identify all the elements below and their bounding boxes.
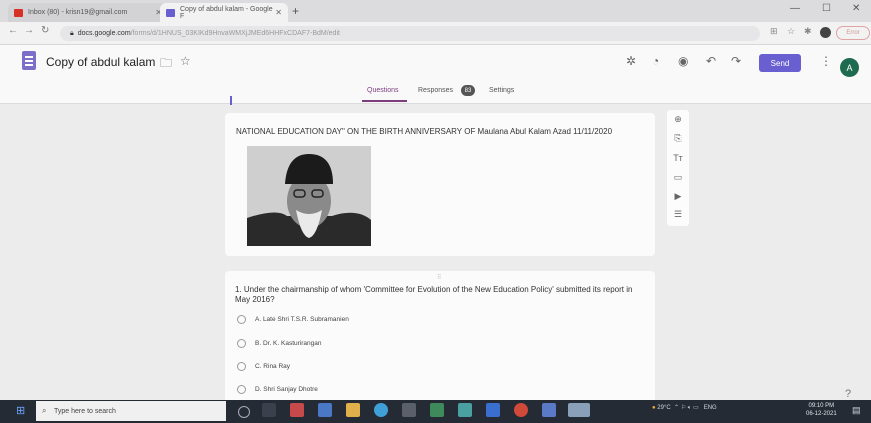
radio-button[interactable] xyxy=(237,315,246,324)
document-title[interactable]: Copy of abdul kalam xyxy=(46,55,155,69)
responses-count-badge: 83 xyxy=(461,85,475,96)
preview-eye-icon[interactable]: ◉ xyxy=(678,54,688,68)
window-close-icon[interactable]: ✕ xyxy=(852,3,860,14)
redo-icon[interactable]: ↷ xyxy=(731,54,741,68)
close-icon[interactable]: ✕ xyxy=(275,8,282,17)
option-label: B. Dr. K. Kasturirangan xyxy=(255,340,322,347)
forward-icon[interactable]: → xyxy=(24,25,34,36)
maximize-icon[interactable]: ☐ xyxy=(822,3,831,14)
profile-error-button[interactable]: Error xyxy=(836,26,870,40)
option-c[interactable]: C. Rina Ray xyxy=(237,361,290,372)
search-icon: ⌕ xyxy=(42,406,47,415)
file-explorer-icon[interactable] xyxy=(346,403,360,417)
tab-questions[interactable]: Questions xyxy=(367,87,399,94)
taskbar-search-input[interactable]: ⌕ Type here to search xyxy=(36,401,226,421)
edge-icon[interactable] xyxy=(374,403,388,417)
section-marker xyxy=(230,96,232,105)
system-tray[interactable]: ● 29°C ⌃ ⚐ 🔈︎ ▭ ENG xyxy=(652,404,717,412)
browser-tab-forms[interactable]: Copy of abdul kalam - Google F ✕ xyxy=(160,3,288,22)
app-icon-2[interactable] xyxy=(318,403,332,417)
address-bar[interactable]: 🔒︎ docs.google.com /forms/d/1HNUS_03KIKd… xyxy=(60,26,760,41)
weather-icon: ● xyxy=(652,405,656,411)
active-app-icon[interactable] xyxy=(568,403,590,417)
extension-icon[interactable]: ⊞ xyxy=(770,26,778,37)
notification-icon[interactable]: ▤ xyxy=(852,405,861,416)
reload-icon[interactable]: ↻ xyxy=(41,25,49,36)
minimize-icon[interactable]: — xyxy=(790,3,800,14)
browser-tab-gmail[interactable]: Inbox (80) - krisn19@gmail.com ✕ xyxy=(8,3,168,22)
app-icon-7[interactable] xyxy=(542,403,556,417)
radio-button[interactable] xyxy=(237,385,246,394)
account-avatar[interactable]: A xyxy=(840,58,859,77)
app-icon-4[interactable] xyxy=(430,403,444,417)
drag-handle-icon[interactable]: ⠿ xyxy=(437,274,441,281)
taskbar-clock[interactable]: 09:10 PM 06-12-2021 xyxy=(806,402,837,418)
task-view-icon[interactable] xyxy=(262,403,276,417)
add-question-icon[interactable]: ⊕ xyxy=(671,114,685,125)
option-label: C. Rina Ray xyxy=(255,363,291,370)
back-icon[interactable]: ← xyxy=(8,25,18,36)
undo-icon[interactable]: ↶ xyxy=(706,54,716,68)
star-icon[interactable]: ☆ xyxy=(787,26,795,37)
gmail-icon xyxy=(14,8,23,17)
add-title-icon[interactable]: Tт xyxy=(671,153,685,163)
url-domain: docs.google.com xyxy=(77,30,131,37)
more-menu-icon[interactable]: ⋮ xyxy=(820,54,832,68)
app-icon-3[interactable] xyxy=(402,403,416,417)
tab-responses[interactable]: Responses xyxy=(418,87,453,94)
clock-time: 09:10 PM xyxy=(808,403,835,409)
tab-label: Inbox (80) - krisn19@gmail.com xyxy=(28,9,128,16)
import-questions-icon[interactable]: ⎘ xyxy=(671,133,685,144)
add-section-icon[interactable]: ☰ xyxy=(671,209,685,220)
url-path: /forms/d/1HNUS_03KIKd9HnvaWMXjJMEd6HHFxC… xyxy=(130,30,340,37)
puzzle-icon[interactable]: ✱ xyxy=(804,26,812,37)
question-text[interactable]: 1. Under the chairmanship of whom 'Commi… xyxy=(235,285,647,305)
help-icon[interactable]: ? xyxy=(845,388,851,400)
google-forms-logo-icon[interactable] xyxy=(22,51,36,70)
add-image-icon[interactable]: ▭ xyxy=(671,172,685,183)
lock-icon: 🔒︎ xyxy=(70,29,74,37)
header-photo[interactable] xyxy=(247,146,371,246)
active-tab-indicator xyxy=(362,100,407,102)
temperature: 29°C xyxy=(657,405,671,411)
radio-button[interactable] xyxy=(237,339,246,348)
option-a[interactable]: A. Late Shri T.S.R. Subramanien xyxy=(237,314,349,325)
tab-label: Copy of abdul kalam - Google F xyxy=(180,5,273,20)
addon-icon[interactable]: ✲ xyxy=(626,54,636,68)
radio-button[interactable] xyxy=(237,362,246,371)
palette-icon[interactable]: ◔ xyxy=(652,54,659,68)
search-placeholder: Type here to search xyxy=(54,407,116,415)
profile-avatar[interactable] xyxy=(820,27,831,38)
star-icon[interactable]: ☆ xyxy=(180,54,191,68)
new-tab-icon[interactable]: + xyxy=(292,4,299,18)
app-icon-5[interactable] xyxy=(458,403,472,417)
forms-icon xyxy=(166,8,175,17)
option-label: D. Shri Sanjay Dhotre xyxy=(255,386,318,393)
tab-settings[interactable]: Settings xyxy=(489,87,514,94)
option-b[interactable]: B. Dr. K. Kasturirangan xyxy=(237,338,321,349)
clock-date: 06-12-2021 xyxy=(806,411,837,417)
option-d[interactable]: D. Shri Sanjay Dhotre xyxy=(237,384,318,395)
send-button[interactable]: Send xyxy=(759,54,801,72)
language-indicator: ENG xyxy=(703,405,717,411)
add-video-icon[interactable]: ▶︎ xyxy=(671,191,685,202)
app-icon-6[interactable] xyxy=(486,403,500,417)
chrome-icon[interactable] xyxy=(514,403,528,417)
folder-icon[interactable]: 🗀︎ xyxy=(160,54,172,75)
windows-start-icon[interactable]: ⊞ xyxy=(16,404,25,417)
form-title[interactable]: NATIONAL EDUCATION DAY" ON THE BIRTH ANN… xyxy=(236,127,612,136)
app-icon-1[interactable] xyxy=(290,403,304,417)
cortana-icon[interactable] xyxy=(238,406,250,418)
option-label: A. Late Shri T.S.R. Subramanien xyxy=(255,316,349,323)
